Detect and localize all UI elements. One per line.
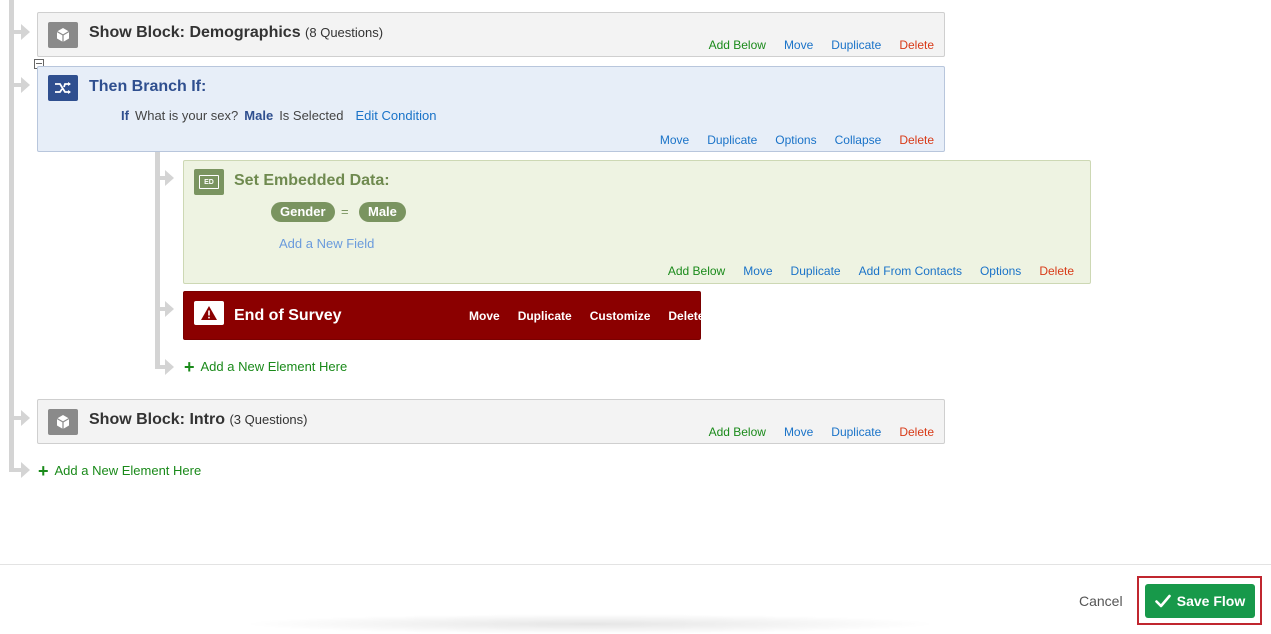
add-below-button[interactable]: Add Below [668, 264, 725, 278]
duplicate-button[interactable]: Duplicate [518, 309, 572, 323]
customize-button[interactable]: Customize [590, 309, 651, 323]
block-demographics: Show Block: Demographics (8 Questions) A… [37, 12, 945, 57]
delete-button[interactable]: Delete [899, 133, 934, 147]
block-icon [48, 22, 78, 48]
question-count: (3 Questions) [229, 412, 308, 427]
flow-arrow [21, 24, 30, 40]
move-button[interactable]: Move [784, 38, 813, 52]
move-button[interactable]: Move [469, 309, 500, 323]
flow-line-main [9, 0, 14, 470]
cancel-button[interactable]: Cancel [1079, 593, 1123, 609]
flow-arrow [165, 359, 174, 375]
move-button[interactable]: Move [784, 425, 813, 439]
delete-button[interactable]: Delete [668, 309, 704, 323]
block-intro: Show Block: Intro (3 Questions) Add Belo… [37, 399, 945, 444]
duplicate-button[interactable]: Duplicate [831, 38, 881, 52]
delete-button[interactable]: Delete [899, 425, 934, 439]
delete-button[interactable]: Delete [1039, 264, 1074, 278]
add-below-button[interactable]: Add Below [709, 425, 766, 439]
add-element-label: Add a New Element Here [200, 359, 348, 374]
block-title: Show Block: Intro [89, 411, 225, 428]
save-flow-label: Save Flow [1176, 593, 1246, 609]
flow-stub [9, 30, 21, 34]
add-element-outer-button[interactable]: + Add a New Element Here [38, 460, 202, 481]
flow-stub [155, 307, 165, 311]
footer-shadow [240, 614, 940, 634]
footer-divider [0, 564, 1271, 565]
condition-question: What is your sex? [134, 108, 239, 123]
flow-line-nested [155, 152, 160, 368]
duplicate-button[interactable]: Duplicate [791, 264, 841, 278]
branch-condition: If What is your sex? Male Is Selected Ed… [121, 108, 436, 123]
add-element-label: Add a New Element Here [54, 463, 202, 478]
duplicate-button[interactable]: Duplicate [831, 425, 881, 439]
options-button[interactable]: Options [775, 133, 816, 147]
field-value-pill[interactable]: Male [359, 202, 406, 222]
edit-condition-link[interactable]: Edit Condition [356, 108, 437, 123]
warning-icon [194, 301, 224, 325]
block-end-of-survey: End of Survey Move Duplicate Customize D… [183, 291, 704, 340]
flow-stub [9, 83, 21, 87]
block-embedded-data: ED Set Embedded Data: Gender = Male Add … [183, 160, 1091, 284]
duplicate-button[interactable]: Duplicate [707, 133, 757, 147]
condition-operator: Is Selected [279, 108, 344, 123]
checkmark-icon [1154, 594, 1171, 608]
block-title: Show Block: Demographics [89, 24, 301, 41]
question-count: (8 Questions) [305, 25, 384, 40]
flow-stub [9, 468, 21, 472]
plus-icon: + [184, 356, 195, 377]
block-title: End of Survey [234, 307, 342, 324]
plus-icon: + [38, 460, 49, 481]
collapse-button[interactable]: Collapse [835, 133, 882, 147]
save-flow-button[interactable]: Save Flow [1145, 584, 1255, 618]
field-name-pill[interactable]: Gender [271, 202, 335, 222]
flow-arrow [21, 462, 30, 478]
flow-arrow [165, 301, 174, 317]
block-icon [48, 409, 78, 435]
flow-stub [155, 365, 165, 369]
add-from-contacts-button[interactable]: Add From Contacts [859, 264, 962, 278]
add-element-nested-button[interactable]: + Add a New Element Here [184, 356, 348, 377]
condition-if: If [121, 108, 129, 123]
add-below-button[interactable]: Add Below [709, 38, 766, 52]
flow-arrow [21, 77, 30, 93]
branch-icon [48, 75, 78, 101]
add-new-field-link[interactable]: Add a New Field [279, 236, 374, 251]
flow-stub [155, 176, 165, 180]
condition-value: Male [244, 108, 274, 123]
embedded-icon-label: ED [199, 175, 219, 189]
equals-sign: = [341, 204, 349, 219]
flow-arrow [21, 410, 30, 426]
embedded-data-icon: ED [194, 169, 224, 195]
flow-arrow [165, 170, 174, 186]
move-button[interactable]: Move [743, 264, 772, 278]
delete-button[interactable]: Delete [899, 38, 934, 52]
block-title: Set Embedded Data: [234, 172, 390, 189]
move-button[interactable]: Move [660, 133, 689, 147]
block-title: Then Branch If: [89, 78, 207, 95]
flow-stub [9, 416, 21, 420]
block-branch: Then Branch If: If What is your sex? Mal… [37, 66, 945, 152]
options-button[interactable]: Options [980, 264, 1021, 278]
